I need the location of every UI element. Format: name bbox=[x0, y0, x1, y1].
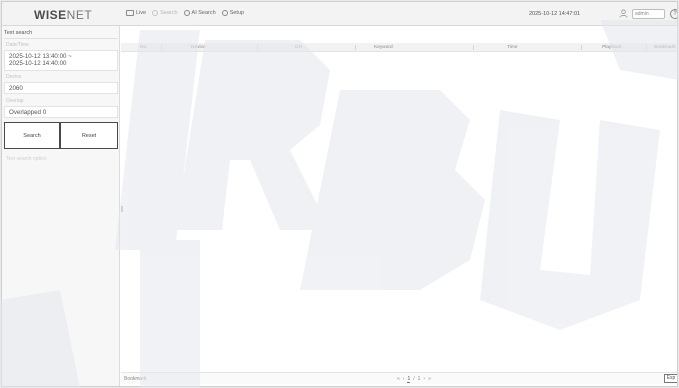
logo-text-main: WISE bbox=[34, 8, 67, 22]
page-last-button[interactable]: » bbox=[428, 376, 431, 383]
page-total: 1 bbox=[417, 376, 421, 382]
col-divider bbox=[473, 45, 474, 50]
col-keyword[interactable]: Keyword bbox=[374, 45, 393, 50]
search-panel: Text search Date/Time 2025-10-12 13:40:0… bbox=[2, 26, 120, 386]
col-time[interactable]: Time bbox=[507, 45, 517, 50]
col-no[interactable]: No. bbox=[140, 45, 147, 50]
ai-search-icon bbox=[183, 10, 190, 16]
results-table-body bbox=[121, 53, 677, 363]
page-separator: / bbox=[413, 376, 415, 382]
nav-ai-search-label: AI Search bbox=[191, 10, 216, 16]
page-first-button[interactable]: « bbox=[397, 376, 400, 383]
wisenet-logo: WISENET bbox=[34, 8, 120, 22]
panel-resize-handle[interactable] bbox=[121, 206, 123, 212]
nav-setup-label: Setup bbox=[229, 10, 245, 16]
help-icon[interactable]: ? bbox=[670, 9, 677, 19]
gear-icon bbox=[221, 10, 228, 16]
top-nav: Live Search AI Search Setup bbox=[126, 10, 244, 16]
user-dropdown[interactable]: admin bbox=[632, 9, 665, 19]
col-playback[interactable]: Playback bbox=[602, 45, 621, 50]
nav-search-label: Search bbox=[160, 10, 178, 16]
search-option-link[interactable]: Text search option bbox=[6, 156, 47, 162]
logo-text-accent: NET bbox=[66, 8, 93, 22]
app-window: WISENET Live Search AI Search Setup 2025… bbox=[1, 1, 678, 387]
search-button[interactable]: Search bbox=[4, 122, 60, 149]
nav-live[interactable]: Live bbox=[126, 10, 146, 16]
nav-live-label: Live bbox=[136, 10, 147, 16]
col-divider bbox=[581, 45, 582, 50]
nav-search[interactable]: Search bbox=[152, 10, 178, 16]
page-next-button[interactable]: › bbox=[423, 376, 425, 383]
monitor-icon bbox=[126, 10, 134, 16]
device-field[interactable]: 2060 bbox=[4, 82, 118, 94]
period-start: 2025-10-12 13:40:00 ~ bbox=[9, 53, 72, 60]
col-divider bbox=[355, 45, 356, 50]
overlap-label: Overlap bbox=[6, 98, 24, 104]
export-button[interactable]: Exp bbox=[664, 374, 677, 383]
user-icon[interactable] bbox=[619, 9, 628, 18]
nav-setup[interactable]: Setup bbox=[221, 10, 245, 16]
col-device[interactable]: Device bbox=[191, 45, 206, 50]
col-divider bbox=[161, 45, 162, 50]
page-prev-button[interactable]: ‹ bbox=[403, 376, 405, 383]
top-bar: WISENET Live Search AI Search Setup 2025… bbox=[2, 2, 677, 26]
results-footer: Bookmark « ‹ 1 / 1 › » Exp bbox=[121, 372, 677, 384]
period-label: Date/Time bbox=[6, 42, 29, 48]
period-end: 2025-10-12 14:40:00 bbox=[9, 60, 67, 67]
pagination: « ‹ 1 / 1 › » bbox=[397, 376, 431, 383]
col-divider bbox=[646, 45, 647, 50]
col-bookmark[interactable]: Bookmark bbox=[654, 45, 676, 50]
panel-divider bbox=[4, 38, 118, 39]
results-table-header: No. Device CH Keyword Time Playback Book… bbox=[121, 43, 677, 52]
reset-button[interactable]: Reset bbox=[60, 122, 118, 149]
nav-ai-search[interactable]: AI Search bbox=[183, 10, 216, 16]
col-ch[interactable]: CH bbox=[295, 45, 302, 50]
overlap-select[interactable]: Overlapped 0 bbox=[4, 106, 118, 118]
device-label: Device bbox=[6, 74, 22, 80]
period-field[interactable]: 2025-10-12 13:40:00 ~ 2025-10-12 14:40:0… bbox=[4, 50, 118, 71]
panel-title: Text search bbox=[4, 30, 33, 36]
col-divider bbox=[257, 45, 258, 50]
search-icon bbox=[152, 10, 159, 16]
footer-bookmark-label[interactable]: Bookmark bbox=[124, 376, 147, 382]
page-current[interactable]: 1 bbox=[407, 376, 411, 383]
system-datetime: 2025-10-12 14:47:01 bbox=[529, 11, 581, 17]
